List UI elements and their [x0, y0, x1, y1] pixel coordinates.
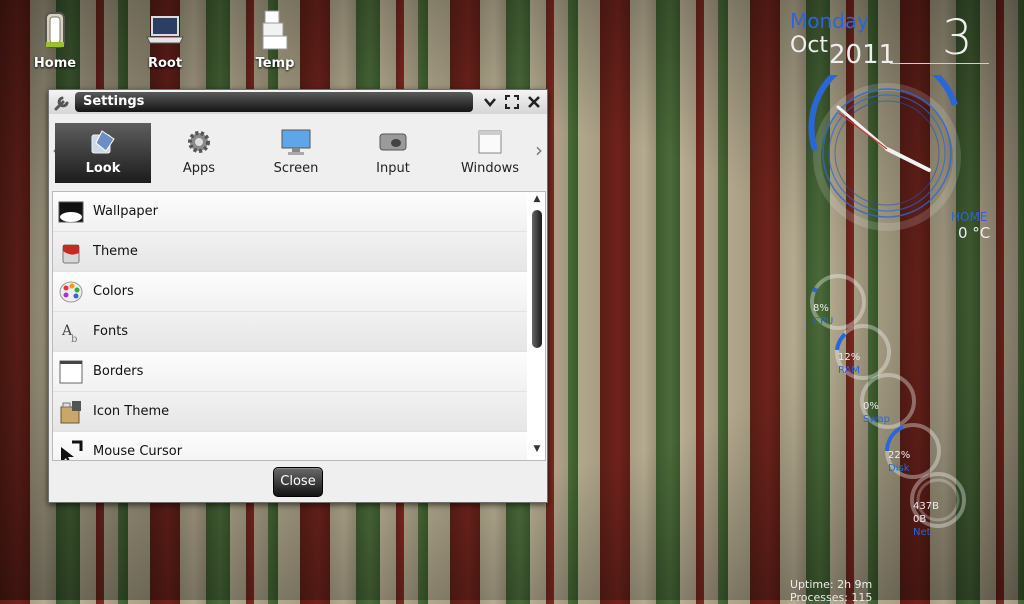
processes-text: Processes: 115: [790, 591, 873, 604]
paint-bucket-icon: [86, 127, 120, 157]
window-icon: [473, 127, 507, 157]
settings-window: Settings ‹ Look Apps Scree: [48, 89, 548, 503]
swap-value: 0%: [863, 401, 879, 412]
list-item-label: Mouse Cursor: [93, 444, 183, 459]
list-item-label: Colors: [93, 284, 134, 299]
ram-label: RAM: [838, 365, 861, 376]
ram-value: 12%: [838, 352, 861, 363]
list-item-label: Icon Theme: [93, 404, 170, 419]
scroll-down-icon[interactable]: ▼: [531, 444, 543, 454]
date-divider: [890, 63, 989, 64]
net-upload-value: 437B: [913, 501, 939, 512]
laptop-icon: [145, 8, 185, 52]
tab-label: Input: [376, 161, 410, 176]
year-label: 2011: [829, 40, 896, 70]
weather-temperature: 0 °C: [958, 224, 991, 242]
tab-input[interactable]: Input: [345, 123, 441, 183]
cpu-value: 8%: [813, 303, 829, 314]
settings-list: Wallpaper Theme Colors Ab Fonts Borders …: [52, 191, 546, 461]
scroll-right-icon[interactable]: ›: [535, 138, 543, 162]
disk-value: 22%: [888, 450, 911, 461]
close-icon[interactable]: [525, 93, 543, 111]
paint-can-icon: [57, 238, 85, 266]
mouse-icon: [376, 127, 410, 157]
list-item-colors[interactable]: Colors: [53, 272, 527, 312]
list-item-wallpaper[interactable]: Wallpaper: [53, 192, 527, 232]
wallpaper-icon: [57, 198, 85, 226]
tab-windows[interactable]: Windows: [442, 123, 538, 183]
tab-apps[interactable]: Apps: [151, 123, 247, 183]
desktop-icon-label: Temp: [255, 56, 295, 71]
list-item-theme[interactable]: Theme: [53, 232, 527, 272]
border-icon: [57, 358, 85, 386]
palette-icon: [57, 278, 85, 306]
tab-label: Apps: [182, 161, 216, 176]
title-bar[interactable]: Settings: [49, 90, 547, 114]
list-item-label: Borders: [93, 364, 144, 379]
scroll-up-icon[interactable]: ▲: [531, 194, 543, 204]
window-title: Settings: [75, 92, 473, 112]
list-item-mouse-cursor[interactable]: Mouse Cursor: [53, 432, 527, 460]
scrollbar-thumb[interactable]: [532, 210, 542, 348]
weather-location: HOME: [951, 210, 988, 224]
list-item-icon-theme[interactable]: Icon Theme: [53, 392, 527, 432]
desktop-icon-temp[interactable]: Temp: [235, 8, 315, 71]
tab-look[interactable]: Look: [55, 123, 151, 183]
cursor-icon: [57, 438, 85, 460]
list-item-label: Theme: [93, 244, 138, 259]
list-item-borders[interactable]: Borders: [53, 352, 527, 392]
list-item-fonts[interactable]: Ab Fonts: [53, 312, 527, 352]
desktop-icon-label: Root: [147, 56, 183, 71]
trash-can-icon: [35, 8, 75, 52]
net-label: Net: [913, 527, 931, 538]
day-label: Monday: [790, 9, 869, 33]
monitor-icon: [279, 127, 313, 157]
analog-clock: [805, 50, 970, 240]
desktop-icon-label: Home: [33, 56, 77, 71]
boxes-icon: [255, 8, 295, 52]
svg-text:b: b: [71, 334, 77, 344]
tab-label: Look: [85, 161, 121, 176]
tab-label: Screen: [273, 161, 319, 176]
disk-label: Disk: [888, 463, 910, 474]
fonts-icon: Ab: [57, 318, 85, 346]
tab-label: Windows: [460, 161, 520, 176]
chevron-down-icon[interactable]: [481, 93, 499, 111]
desktop-icon-root[interactable]: Root: [125, 8, 205, 71]
uptime-text: Uptime: 2h 9m: [790, 578, 873, 591]
cpu-label: CPU: [813, 316, 834, 327]
category-bar: ‹ Look Apps Screen Input: [49, 120, 547, 186]
close-button[interactable]: Close: [273, 467, 323, 497]
gear-icon: [182, 127, 216, 157]
wrench-icon: [53, 94, 71, 112]
list-item-label: Fonts: [93, 324, 129, 339]
date-number: 3: [942, 10, 973, 66]
desktop-icon-home[interactable]: Home: [15, 8, 95, 71]
icon-theme-icon: [57, 398, 85, 426]
tab-screen[interactable]: Screen: [248, 123, 344, 183]
maximize-icon[interactable]: [503, 93, 521, 111]
list-item-label: Wallpaper: [93, 204, 159, 219]
month-label: Oct: [790, 33, 829, 58]
net-download-value: 0B: [913, 514, 927, 525]
vertical-scrollbar[interactable]: ▲ ▼: [531, 194, 543, 456]
